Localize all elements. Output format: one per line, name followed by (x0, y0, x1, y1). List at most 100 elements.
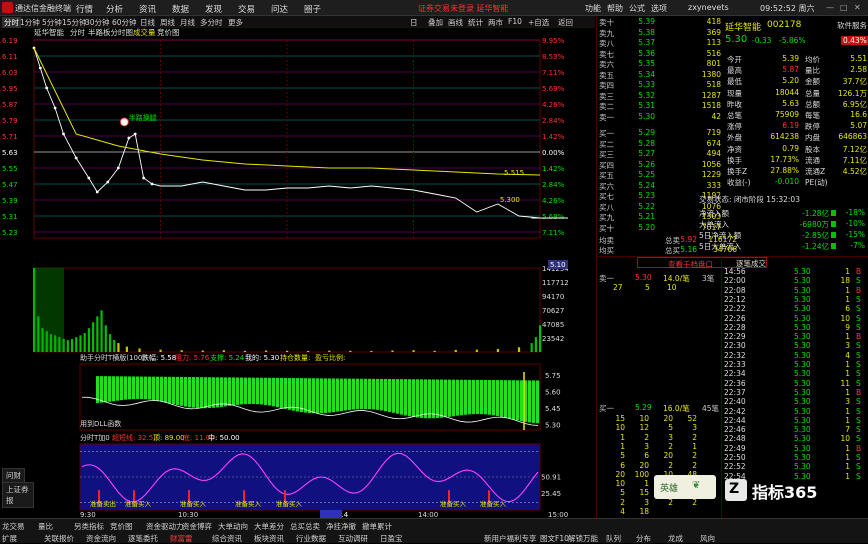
tick-volume: 1 (845, 294, 850, 304)
module-tab[interactable]: 逐笔委托 (128, 533, 158, 544)
module-tab[interactable]: 行业数据 (296, 533, 326, 544)
t-band-bar (512, 380, 516, 420)
tick-price: 5.30 (794, 369, 811, 379)
chart-header-label[interactable]: 竞价图 (157, 27, 180, 37)
menu-link[interactable]: 功能 (585, 3, 601, 14)
stat-label: 最高 (727, 66, 742, 76)
tool-button[interactable]: 日 (410, 17, 418, 28)
module-tab[interactable]: 财富雷 (170, 533, 193, 544)
close-icon[interactable]: ✕ (854, 3, 861, 12)
period-tab[interactable]: 60分钟 (112, 17, 137, 28)
t-band-bar (104, 376, 108, 403)
period-tab[interactable]: 15分钟 (62, 17, 87, 28)
indicator-tab[interactable]: 撤单累计 (362, 521, 392, 532)
menu-link[interactable]: 帮助 (607, 3, 623, 14)
minimize-icon[interactable]: — (826, 3, 834, 12)
period-tab[interactable]: 1分钟 (20, 17, 40, 28)
menu-item[interactable]: 圈子 (304, 3, 321, 15)
period-tab[interactable]: 日线 (140, 17, 155, 28)
period-tab[interactable]: 30分钟 (85, 17, 110, 28)
tool-button[interactable]: 返回 (558, 17, 573, 28)
subchart-title[interactable]: 分时T加0 (80, 433, 110, 442)
tool-button[interactable]: 画线 (448, 17, 463, 28)
module-tab[interactable]: 互动调研 (338, 533, 368, 544)
bottom-right-tab[interactable]: 分布 (636, 533, 651, 544)
menu-item[interactable]: 分析 (106, 3, 123, 15)
indicator-tab[interactable]: 龙交易 (2, 521, 25, 532)
tick-side: S (856, 425, 861, 435)
indicator-tab[interactable]: 竞价图 (110, 521, 133, 532)
module-tab[interactable]: 综合资讯 (212, 533, 242, 544)
tick-time: 14:56 (724, 267, 746, 276)
period-tab[interactable]: 多分时 (200, 17, 223, 28)
ask-volume: 516 (706, 48, 721, 58)
t-band-bar (148, 376, 152, 400)
chart-header-label[interactable]: 半路板分时图 (88, 27, 133, 37)
module-tab[interactable]: 日盈宝 (380, 533, 403, 544)
bottom-right-tab[interactable]: 新用户福利专享 (484, 533, 537, 544)
period-tab[interactable]: 更多 (228, 17, 243, 28)
volume-bar (159, 349, 162, 352)
tool-button[interactable]: 两市 (488, 17, 503, 28)
indicator-tab[interactable]: 总买总卖 (290, 521, 320, 532)
tool-button[interactable]: 叠加 (428, 17, 443, 28)
stat-label: 涨停 (727, 122, 742, 132)
t-band-bar (428, 379, 432, 419)
indicator-tab[interactable]: 净挂净撤 (326, 521, 356, 532)
menu-item[interactable]: 交易 (238, 3, 255, 15)
period-tab[interactable]: 月线 (180, 17, 195, 28)
menu-item[interactable]: 发现 (205, 3, 222, 15)
menu-item[interactable]: 问达 (271, 3, 288, 15)
indicator-tab[interactable]: 量比 (38, 521, 53, 532)
price-point (62, 132, 65, 136)
t-band-bar (248, 377, 252, 404)
tick-side: S (856, 471, 861, 481)
login-warning[interactable]: 证券交易未登录 延华智能 (418, 3, 509, 14)
indicator-tab[interactable]: 资金博弈 (182, 521, 212, 532)
module-tab[interactable]: 资金流向 (86, 533, 116, 544)
bottom-right-tab[interactable]: 龙成 (668, 533, 683, 544)
t-band-bar (448, 379, 452, 417)
period-tab[interactable]: 5分钟 (42, 17, 62, 28)
industry-tag[interactable]: 软件服务 (837, 20, 867, 31)
bottom-right-tab[interactable]: 图文F10 (540, 533, 569, 544)
indicator-tab[interactable]: 另类指标 (74, 521, 104, 532)
t-band-bar (348, 378, 352, 411)
bottom-right-tab[interactable]: 解锁万能 (568, 533, 598, 544)
menu-link[interactable]: 选项 (651, 3, 667, 14)
indicator-tab[interactable]: 大单差分 (254, 521, 284, 532)
menu-item[interactable]: 数据 (172, 3, 189, 15)
bottom-right-tab[interactable]: 队列 (606, 533, 621, 544)
fund-bar (831, 221, 836, 227)
indicator-tab[interactable]: 资金驱动力 (146, 521, 184, 532)
menu-link[interactable]: 公式 (629, 3, 645, 14)
module-tab[interactable]: 扩展 (2, 533, 17, 544)
chart-header-label[interactable]: 分时 (70, 27, 85, 37)
volume-bar (517, 347, 521, 352)
tool-button[interactable]: 统计 (468, 17, 483, 28)
side-tab[interactable]: 上证券报 (2, 482, 34, 508)
module-tab[interactable]: 关联报价 (44, 533, 74, 544)
chart-header-label[interactable]: 成交量 (133, 27, 156, 37)
subchart-title[interactable]: 助手分时T横版(100) (80, 353, 145, 362)
queue-cell: 18 (639, 507, 649, 516)
period-tab[interactable]: 分时 (2, 17, 21, 28)
tool-button[interactable]: F10 (508, 17, 522, 26)
period-tab[interactable]: 周线 (160, 17, 175, 28)
stat-value: 7.12亿 (842, 144, 867, 154)
menu-item[interactable]: 行情 (76, 3, 93, 15)
module-tab[interactable]: 板块资讯 (254, 533, 284, 544)
side-tab[interactable]: 问财 (2, 468, 25, 483)
chart-area[interactable]: 延华智能 分时 半路板分时图 成交量 竞价图 6.19 9.95% 6.11 8.53… (0, 27, 569, 519)
chart-svg[interactable]: 延华智能 分时 半路板分时图 成交量 竞价图 6.19 9.95% 6.11 8.53… (0, 27, 569, 519)
bid-volume: 674 (706, 138, 721, 148)
menu-item[interactable]: 资讯 (139, 3, 156, 15)
tool-button[interactable]: +自选 (528, 17, 549, 28)
indicator-tab[interactable]: 大单动向 (218, 521, 248, 532)
username[interactable]: zxynevets (688, 3, 729, 12)
osc-tick-label: 25.45 (541, 490, 561, 498)
hero-badge[interactable]: 英雄 ❦ (654, 475, 716, 499)
bottom-right-tab[interactable]: 风向 (700, 533, 715, 544)
maximize-icon[interactable]: □ (840, 3, 848, 12)
subchart-item: 跌幅: 5.58 (142, 353, 176, 362)
